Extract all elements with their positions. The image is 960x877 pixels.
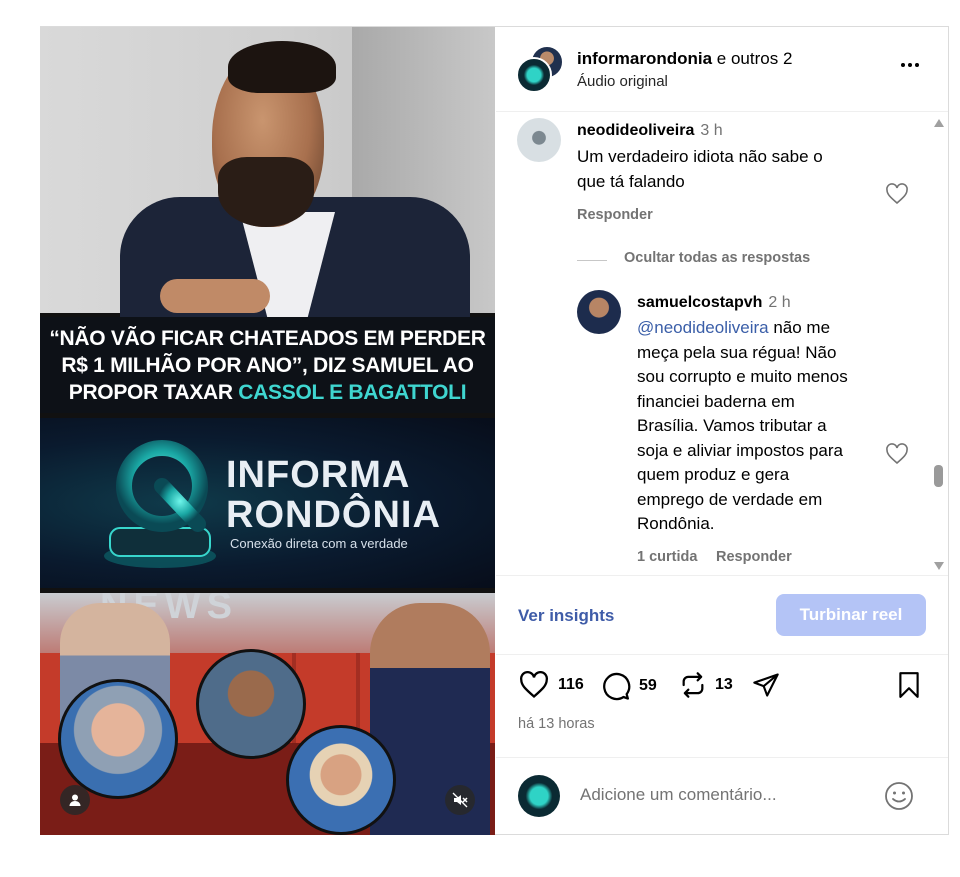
emoji-icon[interactable] xyxy=(884,781,914,811)
boost-reel-button[interactable]: Turbinar reel xyxy=(776,594,926,636)
heart-icon xyxy=(520,671,548,698)
avatar[interactable] xyxy=(517,118,561,162)
repost-button[interactable]: 13 xyxy=(679,671,733,699)
speaker-photo xyxy=(40,27,495,337)
brand-name-line-1: INFORMA xyxy=(226,454,411,496)
like-count: 116 xyxy=(558,676,584,693)
comments-list[interactable]: neodideoliveira 3 h Um verdadeiro idiota … xyxy=(496,112,948,574)
comment-bubble-icon xyxy=(603,672,631,701)
more-horizontal-icon xyxy=(901,63,919,67)
news-collage: NEWS xyxy=(40,593,495,835)
insights-bar: Ver insights Turbinar reel xyxy=(496,575,948,655)
brand-banner: INFORMA RONDÔNIA Conexão direta com a ve… xyxy=(40,418,495,588)
repost-icon xyxy=(682,672,704,698)
reel-media[interactable]: “NÃO VÃO FICAR CHATEADOS EM PERDER R$ 1 … xyxy=(40,27,495,835)
bookmark-icon xyxy=(899,672,919,698)
brand-tagline: Conexão direta com a verdade xyxy=(230,536,408,551)
audio-label[interactable]: Áudio original xyxy=(577,73,668,90)
reply-button[interactable]: Responder xyxy=(716,549,792,565)
scrollbar-thumb[interactable] xyxy=(934,465,943,487)
divider xyxy=(577,260,607,261)
comment-input[interactable] xyxy=(578,784,842,806)
scroll-down-arrow[interactable] xyxy=(934,562,944,570)
mention-link[interactable]: @neodideoliveira xyxy=(637,318,769,337)
view-insights-link[interactable]: Ver insights xyxy=(518,606,614,626)
more-options-button[interactable] xyxy=(894,53,926,83)
speaker-muted-icon xyxy=(452,792,468,808)
portrait-circle-3 xyxy=(286,725,396,835)
author-avatar[interactable] xyxy=(516,57,552,93)
mute-button[interactable] xyxy=(445,785,475,815)
portrait-circle-1 xyxy=(58,679,178,799)
heart-icon[interactable] xyxy=(885,443,909,465)
reply-button[interactable]: Responder xyxy=(577,207,653,223)
brand-name-line-2: RONDÔNIA xyxy=(226,494,441,536)
comment-text: Um verdadeiro idiota não sabe o que tá f… xyxy=(577,147,823,191)
reply-username[interactable]: samuelcostapvh 2 h xyxy=(637,294,791,312)
post-timestamp[interactable]: há 13 horas xyxy=(518,716,595,732)
comment-button[interactable]: 59 xyxy=(601,671,657,701)
share-button[interactable] xyxy=(751,671,781,699)
post-header: informarondonia e outros 2 Áudio origina… xyxy=(496,27,948,112)
headline-banner: “NÃO VÃO FICAR CHATEADOS EM PERDER R$ 1 … xyxy=(40,317,495,413)
hide-replies-button[interactable]: Ocultar todas as respostas xyxy=(624,250,810,266)
comment-username[interactable]: neodideoliveira 3 h xyxy=(577,122,723,140)
reply-likes-count[interactable]: 1 curtida xyxy=(637,549,697,565)
avatar[interactable] xyxy=(577,290,621,334)
scroll-up-arrow[interactable] xyxy=(934,119,944,127)
tagged-users-button[interactable] xyxy=(60,785,90,815)
comment-count: 59 xyxy=(639,677,657,694)
save-button[interactable] xyxy=(896,671,922,699)
informa-rondonia-logo xyxy=(104,440,216,568)
post-sidebar: informarondonia e outros 2 Áudio origina… xyxy=(496,27,948,834)
post-authors[interactable]: informarondonia e outros 2 xyxy=(577,49,792,69)
repost-count: 13 xyxy=(715,676,733,693)
add-comment-bar xyxy=(496,757,948,835)
action-bar: 116 59 13 xyxy=(496,667,948,707)
headline-line-3: PROPOR TAXAR CASSOL E BAGATTOLI xyxy=(68,380,467,404)
send-icon xyxy=(753,673,779,697)
reply-text: @neodideoliveira não me meça pela sua ré… xyxy=(637,318,848,533)
like-button[interactable]: 116 xyxy=(518,671,584,699)
headline-line-1: “NÃO VÃO FICAR CHATEADOS EM PERDER xyxy=(49,326,486,350)
portrait-circle-2 xyxy=(196,649,306,759)
person-icon xyxy=(69,794,81,806)
headline-line-2: R$ 1 MILHÃO POR ANO”, DIZ SAMUEL AO xyxy=(61,353,474,377)
avatar xyxy=(518,775,560,817)
heart-icon[interactable] xyxy=(885,183,909,205)
